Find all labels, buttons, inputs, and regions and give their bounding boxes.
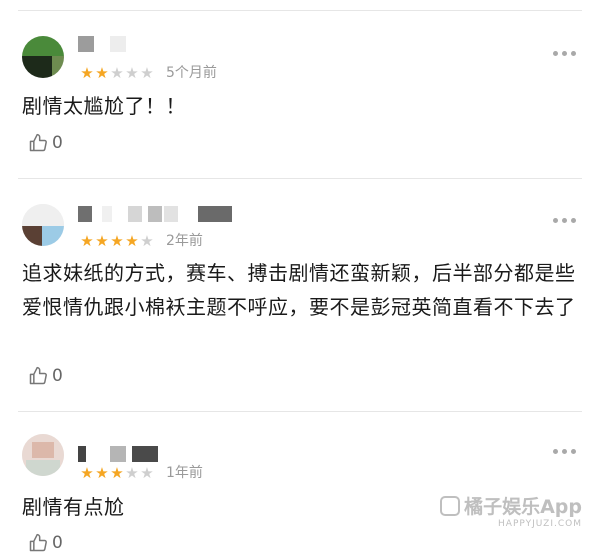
thumbs-up-icon: [28, 133, 48, 153]
star-filled-icon: ★: [95, 232, 109, 250]
thumbs-up-icon: [28, 366, 48, 386]
review-time: 2年前: [166, 233, 203, 249]
watermark-url: HAPPYJUZI.COM: [498, 519, 582, 529]
star-filled-icon: ★: [80, 64, 94, 82]
star-empty-icon: ★: [140, 232, 154, 250]
avatar[interactable]: [22, 204, 64, 246]
watermark-text: 橘子娱乐App: [464, 496, 582, 518]
more-dots-icon[interactable]: [553, 218, 576, 223]
more-dots-icon[interactable]: [553, 449, 576, 454]
star-empty-icon: ★: [140, 64, 154, 82]
username[interactable]: [78, 446, 178, 464]
star-filled-icon: ★: [95, 464, 109, 482]
star-filled-icon: ★: [80, 232, 94, 250]
like-count: 0: [52, 533, 63, 553]
brand-logo-icon: [440, 495, 461, 516]
username[interactable]: [78, 206, 238, 224]
star-filled-icon: ★: [110, 464, 124, 482]
avatar[interactable]: [22, 434, 64, 476]
review-time: 5个月前: [166, 65, 217, 81]
watermark: 橘子娱乐App HAPPYJUZI.COM: [440, 492, 582, 529]
like-button[interactable]: 0: [28, 133, 63, 153]
username[interactable]: [78, 36, 138, 54]
more-dots-icon[interactable]: [553, 51, 576, 56]
star-filled-icon: ★: [80, 464, 94, 482]
review-time: 1年前: [166, 465, 203, 481]
star-rating: ★ ★ ★ ★ ★: [80, 233, 154, 249]
star-rating: ★ ★ ★ ★ ★: [80, 465, 154, 481]
star-empty-icon: ★: [140, 464, 154, 482]
like-button[interactable]: 0: [28, 533, 63, 553]
like-count: 0: [52, 366, 63, 386]
like-count: 0: [52, 133, 63, 153]
star-empty-icon: ★: [110, 64, 124, 82]
star-rating: ★ ★ ★ ★ ★: [80, 65, 154, 81]
like-button[interactable]: 0: [28, 366, 63, 386]
review-text: 剧情太尴尬了！！: [22, 94, 186, 118]
avatar[interactable]: [22, 36, 64, 78]
star-filled-icon: ★: [125, 232, 139, 250]
star-filled-icon: ★: [95, 64, 109, 82]
review-divider: [18, 178, 582, 179]
review-text: 追求妹纸的方式，赛车、搏击剧情还蛮新颖，后半部分都是些爱恨情仇跟小棉袄主题不呼应…: [22, 261, 576, 319]
top-divider: [18, 10, 582, 11]
star-empty-icon: ★: [125, 464, 139, 482]
review-divider: [18, 411, 582, 412]
star-filled-icon: ★: [110, 232, 124, 250]
thumbs-up-icon: [28, 533, 48, 553]
star-empty-icon: ★: [125, 64, 139, 82]
